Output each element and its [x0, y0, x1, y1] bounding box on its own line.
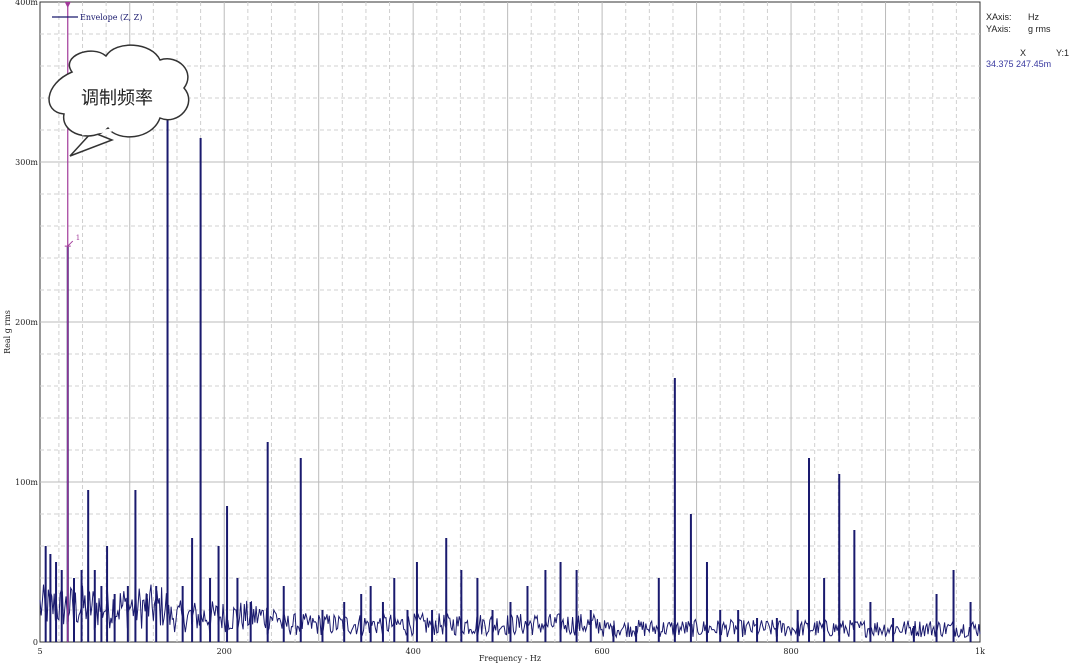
readout-y-value: 247.45m — [1016, 59, 1052, 69]
x-tick-label: 200 — [217, 647, 232, 656]
x-tick-label: 800 — [783, 647, 798, 656]
xaxis-value: Hz — [1028, 12, 1039, 22]
readout-x-value: 34.375 — [986, 59, 1014, 69]
y-tick-label: 400m — [15, 0, 38, 7]
x-tick-label: 1k — [975, 647, 985, 656]
y-tick-label: 300m — [15, 158, 38, 167]
x-tick-label: 5 — [37, 647, 42, 656]
readout-x-header: X — [1020, 48, 1027, 58]
yaxis-value: g rms — [1028, 24, 1051, 34]
y-tick-label: 200m — [15, 318, 38, 327]
x-tick-label: 600 — [594, 647, 609, 656]
legend-label: Envelope (Z, Z) — [80, 13, 142, 22]
callout-text: 调制频率 — [81, 88, 153, 109]
yaxis-key: YAxis: — [986, 24, 1011, 34]
cursor-readout: X Y:1 34.375 247.45m — [986, 48, 1076, 69]
cursor-label: 1 — [76, 234, 80, 242]
y-tick-labels: 0 100m 200m 300m 400m — [15, 0, 38, 647]
xaxis-key: XAxis: — [986, 12, 1012, 22]
y-axis-title: Real g rms — [3, 310, 12, 354]
axis-info-panel: XAxis: Hz YAxis: g rms — [986, 12, 1051, 36]
readout-y-header: Y:1 — [1056, 48, 1070, 58]
x-axis-title: Frequency - Hz — [479, 654, 541, 663]
x-tick-label: 400 — [406, 647, 421, 656]
envelope-spectrum-chart: 5 200 400 600 800 1k 0 100m 200m 300m 400m 1 Enve… — [3, 0, 985, 663]
y-tick-label: 100m — [15, 478, 38, 487]
y-tick-label: 0 — [33, 638, 38, 647]
